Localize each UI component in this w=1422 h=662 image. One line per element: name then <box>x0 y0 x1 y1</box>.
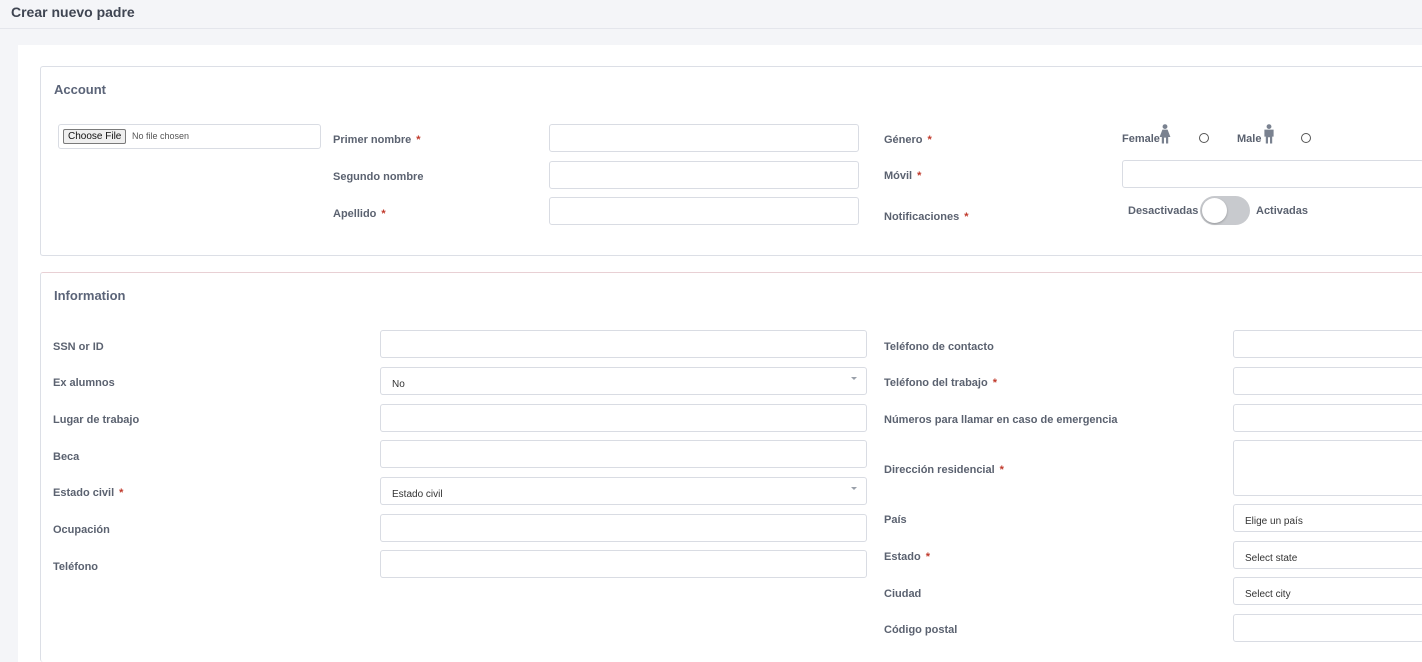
zip-code-input[interactable] <box>1233 614 1422 642</box>
marital-status-label: Estado civil * <box>53 487 124 499</box>
emergency-numbers-label: Números para llamar en caso de emergenci… <box>884 414 1118 426</box>
gender-female-radio[interactable] <box>1199 133 1209 143</box>
gender-female-label: Female <box>1122 133 1160 145</box>
scholarship-input[interactable] <box>380 440 867 468</box>
gender-male-label: Male <box>1237 133 1262 145</box>
contact-phone-input[interactable] <box>1233 330 1422 358</box>
mobile-label: Móvil * <box>884 170 922 182</box>
work-phone-label: Teléfono del trabajo * <box>884 377 997 389</box>
choose-file-button[interactable]: Choose File <box>63 129 127 144</box>
scholarship-label: Beca <box>53 451 80 463</box>
city-select[interactable]: Select city <box>1233 577 1422 605</box>
phone-input[interactable] <box>380 550 867 578</box>
first-name-input[interactable] <box>549 124 859 152</box>
middle-name-label: Segundo nombre <box>333 171 424 183</box>
account-section-title: Account <box>54 82 106 97</box>
country-label: País <box>884 514 907 526</box>
information-section-title: Information <box>54 288 126 303</box>
female-person-icon <box>1159 124 1171 144</box>
phone-label: Teléfono <box>53 561 99 573</box>
chevron-down-icon <box>851 487 857 490</box>
address-textarea[interactable] <box>1233 440 1422 496</box>
middle-name-input[interactable] <box>549 161 859 189</box>
alumni-label: Ex alumnos <box>53 377 115 389</box>
zip-code-label: Código postal <box>884 624 958 636</box>
ssn-label: SSN or ID <box>53 341 104 353</box>
gender-male-radio[interactable] <box>1301 133 1311 143</box>
emergency-numbers-input[interactable] <box>1233 404 1422 432</box>
address-label: Dirección residencial * <box>884 464 1004 476</box>
workplace-input[interactable] <box>380 404 867 432</box>
notifications-toggle[interactable] <box>1200 196 1250 225</box>
mobile-input[interactable] <box>1122 160 1422 188</box>
alumni-select[interactable]: No <box>380 367 867 395</box>
contact-phone-label: Teléfono de contacto <box>884 341 994 353</box>
title-divider <box>0 28 1422 29</box>
last-name-label: Apellido * <box>333 208 386 220</box>
city-label: Ciudad <box>884 588 922 600</box>
occupation-label: Ocupación <box>53 524 110 536</box>
country-select[interactable]: Elige un país <box>1233 504 1422 532</box>
work-phone-input[interactable] <box>1233 367 1422 395</box>
file-status: No file chosen <box>132 131 190 141</box>
state-label: Estado * <box>884 551 930 563</box>
first-name-label: Primer nombre * <box>333 134 421 146</box>
marital-status-select[interactable]: Estado civil <box>380 477 867 505</box>
state-select[interactable]: Select state <box>1233 541 1422 569</box>
occupation-input[interactable] <box>380 514 867 542</box>
notifications-off-label: Desactivadas <box>1128 205 1199 217</box>
chevron-down-icon <box>851 377 857 380</box>
notifications-label: Notificaciones * <box>884 211 969 223</box>
workplace-label: Lugar de trabajo <box>53 414 140 426</box>
ssn-input[interactable] <box>380 330 867 358</box>
last-name-input[interactable] <box>549 197 859 225</box>
toggle-knob <box>1202 198 1227 223</box>
page-title: Crear nuevo padre <box>11 4 135 20</box>
notifications-on-label: Activadas <box>1256 205 1308 217</box>
gender-label: Género * <box>884 134 932 146</box>
file-upload[interactable]: Choose File No file chosen <box>58 124 321 149</box>
male-person-icon <box>1264 124 1274 144</box>
